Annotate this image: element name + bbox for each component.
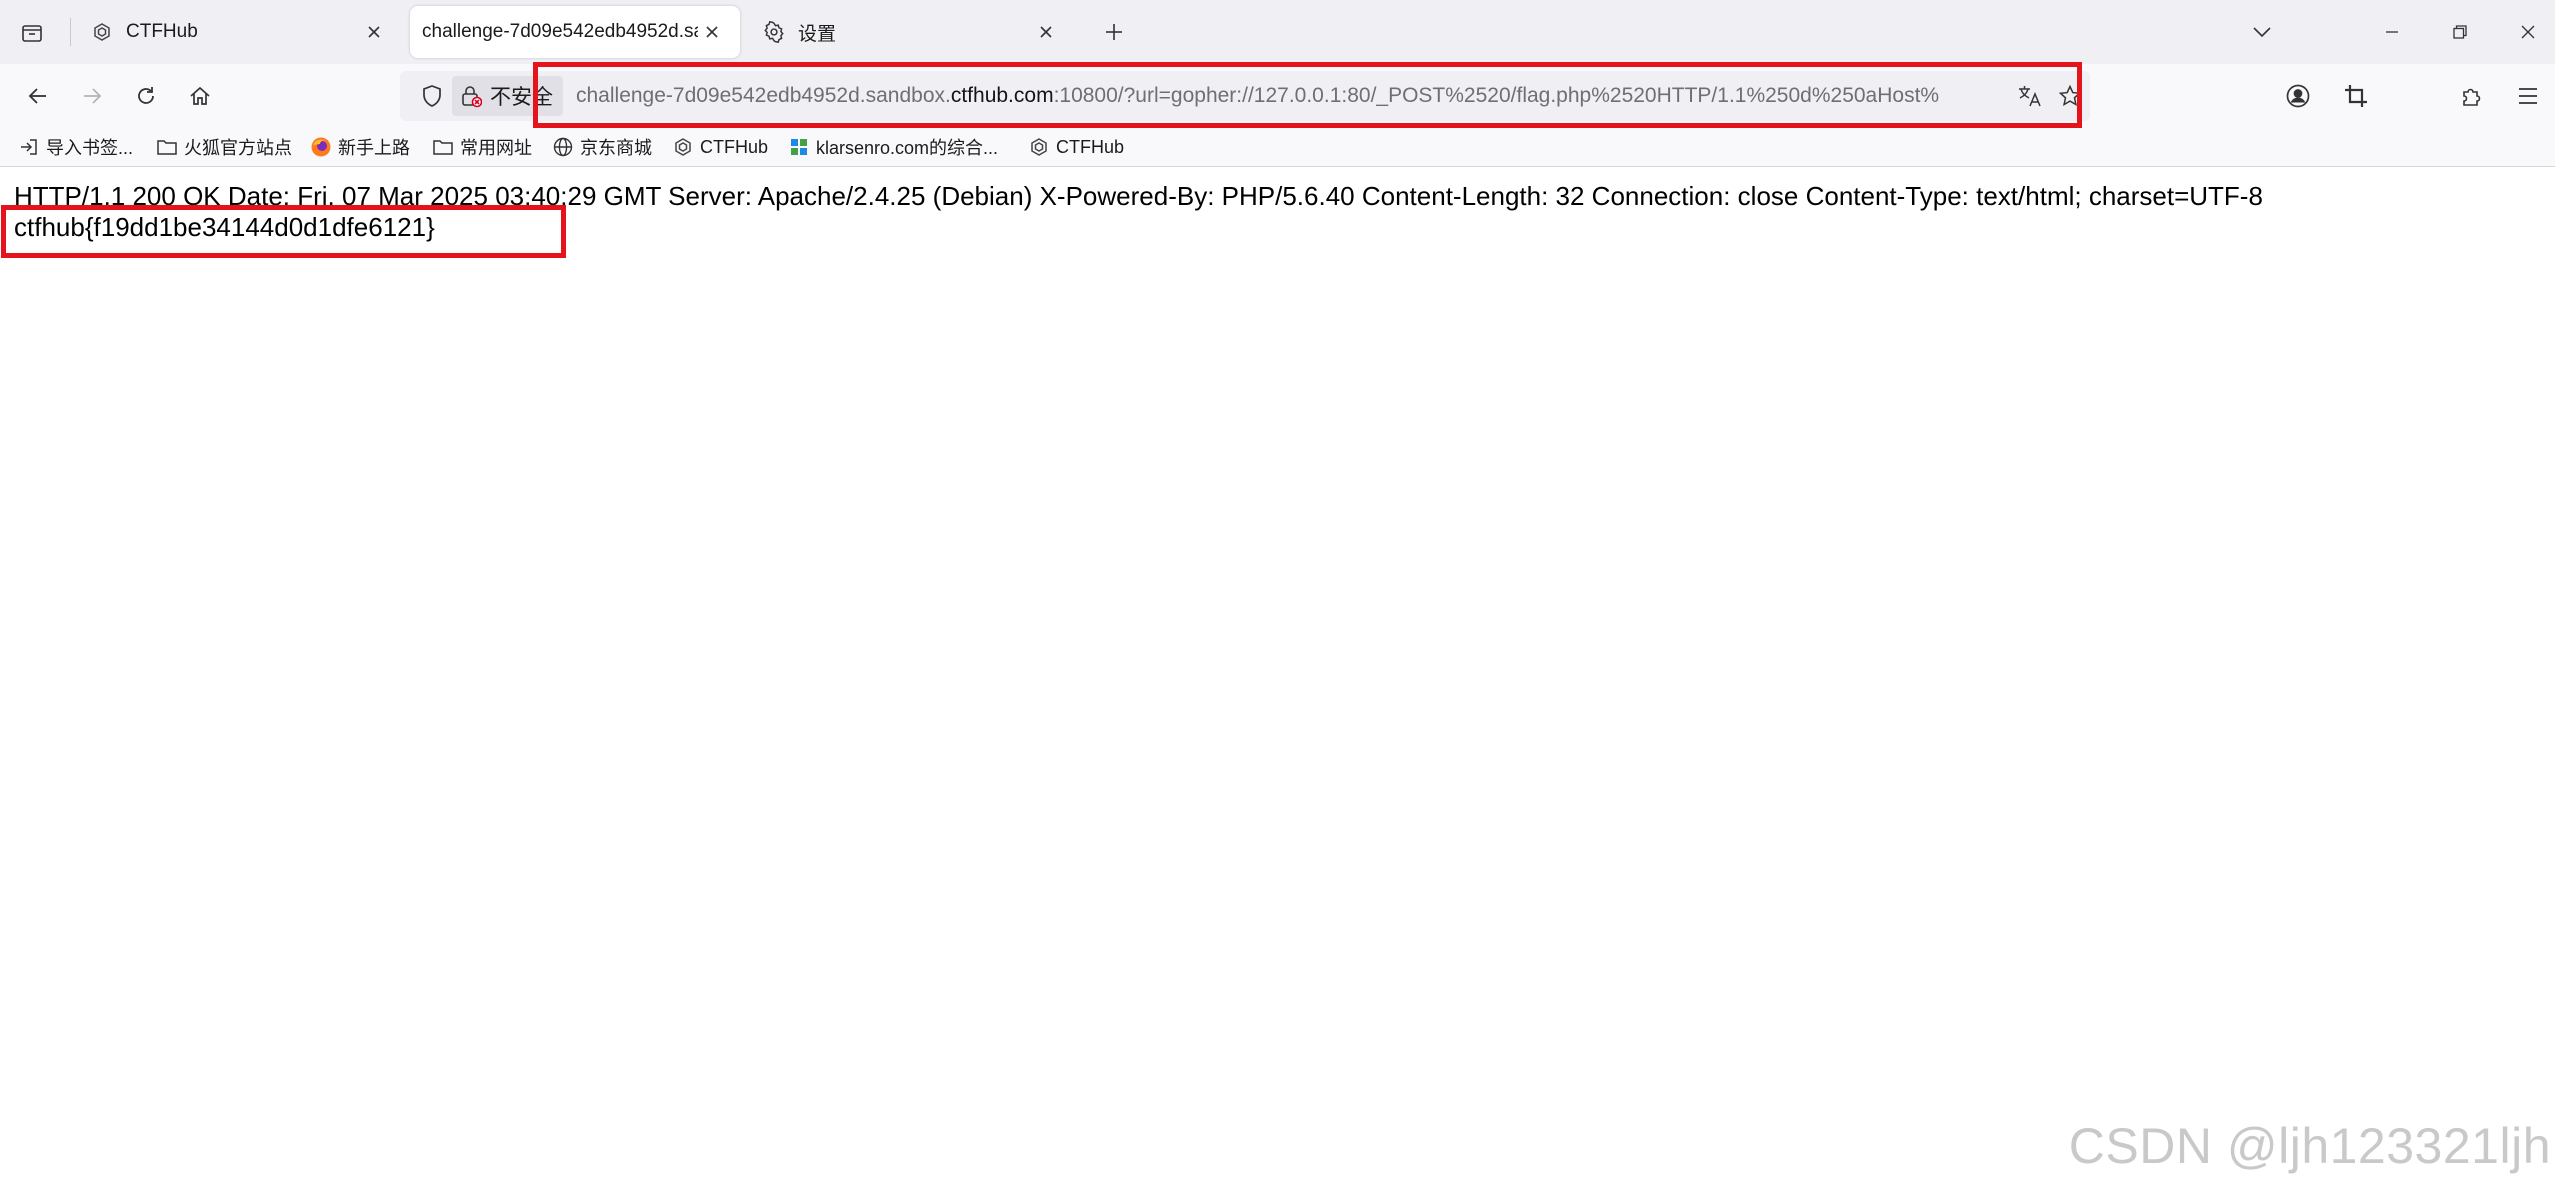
restore-icon [2453,25,2467,39]
navigation-toolbar: 不安全 challenge-7d09e542edb4952d.sandbox. c… [0,64,2555,128]
tab-separator [70,18,71,46]
bookmark-label: 京东商城 [580,138,652,158]
url-text[interactable]: challenge-7d09e542edb4952d.sandbox. ctfhu… [576,71,1996,121]
star-icon [2058,84,2082,106]
url-domain: ctfhub.com [950,84,1054,107]
hamburger-icon [2519,88,2537,104]
page-content: HTTP/1.1 200 OK Date: Fri, 07 Mar 2025 0… [0,167,2555,1191]
bookmark-label: 导入书签... [46,138,134,158]
tab-list-icon [22,25,42,42]
bookmark-getting-started[interactable]: 新手上路 [310,132,410,162]
close-icon [2521,25,2535,39]
tab-challenge[interactable]: challenge-7d09e542edb4952d.sa [410,6,740,58]
bookmark-folder-firefox[interactable]: 火狐官方站点 [156,132,292,162]
tab-ctfhub[interactable]: CTFHub [76,6,402,58]
minimize-icon [2386,31,2398,33]
url-prefix: challenge-7d09e542edb4952d.sandbox. [576,84,951,107]
flag-text: ctfhub{f19dd1be34144d0d1dfe6121} [14,212,435,242]
bookmark-ctfhub-2[interactable]: CTFHub [1028,132,1124,162]
import-icon [18,136,40,158]
reload-button[interactable] [126,76,166,116]
minimize-button[interactable] [2370,12,2414,52]
account-button[interactable] [2278,76,2318,116]
tab-title: CTFHub [126,21,198,42]
tab-list-button[interactable] [14,16,50,50]
close-window-button[interactable] [2506,12,2550,52]
translate-icon [2019,86,2041,107]
bookmark-label: 常用网址 [460,138,532,158]
forward-button[interactable] [72,76,112,116]
address-bar[interactable]: 不安全 challenge-7d09e542edb4952d.sandbox. c… [400,71,2090,121]
url-fade [1956,71,1996,121]
shield-icon [423,85,441,107]
bookmark-star-button[interactable] [2050,76,2090,116]
tab-strip: CTFHub challenge-7d09e542edb4952d.sa 设置 [0,0,2555,64]
bookmark-import[interactable]: 导入书签... [18,132,133,162]
bookmark-folder-common[interactable]: 常用网址 [432,132,532,162]
site-security-indicator[interactable]: 不安全 [452,76,563,116]
translate-button[interactable] [2010,76,2050,116]
tab-title: challenge-7d09e542edb4952d.sa [422,21,698,42]
account-icon [2286,84,2310,108]
home-icon [190,86,210,105]
insecure-lock-icon [458,83,484,109]
response-headers: HTTP/1.1 200 OK Date: Fri, 07 Mar 2025 0… [14,181,2263,211]
folder-icon [156,136,178,158]
crop-icon [2345,85,2367,107]
tab-settings[interactable]: 设置 [748,6,1074,58]
app-menu-button[interactable] [2508,76,2548,116]
watermark: CSDN @ljh123321ljh [2068,1118,2551,1174]
bookmark-klarsenro[interactable]: klarsenro.com的综合... [788,132,998,162]
bookmark-jd[interactable]: 京东商城 [552,132,652,162]
close-icon[interactable] [1032,18,1060,46]
url-suffix: :10800/?url=gopher://127.0.0.1:80/_POST%… [1053,84,1940,107]
home-button[interactable] [180,76,220,116]
tracking-protection-button[interactable] [412,76,452,116]
back-button[interactable] [18,76,58,116]
close-icon[interactable] [698,18,726,46]
http-response: HTTP/1.1 200 OK Date: Fri, 07 Mar 2025 0… [14,181,2534,243]
bookmark-label: klarsenro.com的综合... [816,138,999,158]
restore-button[interactable] [2438,12,2482,52]
bookmark-label: CTFHub [1056,136,1125,157]
arrow-left-icon [28,88,46,104]
chevron-down-icon [2253,27,2271,38]
bookmark-label: CTFHub [700,136,769,157]
arrow-right-icon [84,88,102,104]
plus-icon [1106,24,1122,40]
ctfhub-icon [1028,136,1050,158]
new-tab-button[interactable] [1096,14,1132,50]
bookmark-ctfhub[interactable]: CTFHub [672,132,768,162]
bookmarks-toolbar: 导入书签... 火狐官方站点 新手上路 常用网址 京东商城 CTFHub kla… [0,128,2555,167]
ctfhub-icon [90,20,114,44]
extensions-button[interactable] [2452,76,2492,116]
ctfhub-icon [672,136,694,158]
puzzle-icon [2463,88,2481,106]
klarsenro-icon [788,136,810,158]
bookmark-label: 新手上路 [338,138,410,158]
reload-icon [138,87,154,104]
firefox-icon [310,136,332,158]
screenshot-button[interactable] [2336,76,2376,116]
tab-title: 设置 [798,23,837,45]
security-label: 不安全 [490,86,553,109]
folder-icon [432,136,454,158]
globe-icon [552,136,574,158]
gear-icon [762,20,786,44]
bookmark-label: 火狐官方站点 [184,138,292,158]
list-all-tabs-button[interactable] [2240,12,2284,52]
close-icon[interactable] [360,18,388,46]
